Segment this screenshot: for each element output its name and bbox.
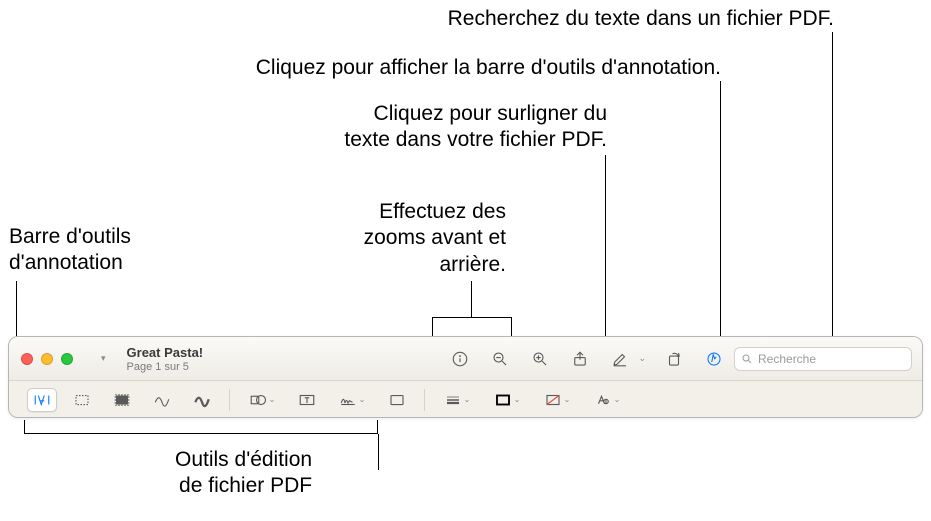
redact-tool[interactable] (107, 388, 137, 412)
lead-zoom-stem (471, 281, 472, 317)
markup-button[interactable] (702, 347, 726, 371)
center-tool-group: ⌄ (448, 347, 726, 371)
lead-zoom-cross (432, 317, 512, 318)
search-placeholder: Recherche (758, 352, 816, 366)
title-block: Great Pasta! Page 1 sur 5 (127, 345, 204, 373)
draw-tool[interactable] (187, 388, 217, 412)
lead-highlight (605, 155, 606, 341)
traffic-lights (21, 353, 73, 365)
share-button[interactable] (568, 347, 592, 371)
bracket-edit-tools (24, 420, 378, 434)
highlight-button[interactable] (608, 347, 632, 371)
callout-zoom: Effectuez des zooms avant et arrière. (364, 199, 506, 278)
sign-tool[interactable]: ⌄ (332, 388, 372, 412)
document-subtitle: Page 1 sur 5 (127, 361, 204, 373)
callout-edit-tools: Outils d'édition de fichier PDF (175, 447, 312, 500)
lead-search (832, 32, 833, 342)
info-button[interactable] (448, 347, 472, 371)
search-icon (741, 353, 753, 365)
document-title: Great Pasta! (127, 345, 204, 360)
callout-annotation-click: Cliquez pour afficher la barre d'outils … (256, 55, 721, 81)
zoom-out-button[interactable] (488, 347, 512, 371)
lead-edit-tools (378, 434, 379, 470)
sketch-tool[interactable] (147, 388, 177, 412)
line-style-tool[interactable]: ⌄ (437, 388, 477, 412)
border-color-tool[interactable]: ⌄ (487, 388, 527, 412)
callout-annotation-bar: Barre d'outils d'annotation (9, 224, 131, 277)
callout-search-pdf: Recherchez du texte dans un fichier PDF. (448, 6, 834, 32)
annotation-toolbar: ⌄ ⌄ ⌄ ⌄ ⌄ ⌄ (9, 381, 922, 418)
fill-color-tool[interactable]: ⌄ (537, 388, 577, 412)
preview-window: ▾ Great Pasta! Page 1 sur 5 ⌄ (8, 336, 923, 418)
lead-annot-click (720, 81, 721, 341)
sidebar-toggle-button[interactable]: ▾ (95, 351, 109, 366)
highlight-menu-chevron[interactable]: ⌄ (638, 353, 646, 364)
minimize-window-button[interactable] (41, 353, 53, 365)
note-tool[interactable] (382, 388, 412, 412)
shapes-tool[interactable]: ⌄ (242, 388, 282, 412)
titlebar: ▾ Great Pasta! Page 1 sur 5 ⌄ (9, 337, 922, 381)
chevron-down-icon: ▾ (101, 353, 106, 364)
search-field[interactable]: Recherche (734, 347, 912, 371)
text-style-tool[interactable]: ⌄ (587, 388, 627, 412)
zoom-in-button[interactable] (528, 347, 552, 371)
rotate-button[interactable] (662, 347, 686, 371)
rect-selection-tool[interactable] (67, 388, 97, 412)
text-box-tool[interactable] (292, 388, 322, 412)
fullscreen-window-button[interactable] (61, 353, 73, 365)
callout-highlight: Cliquez pour surligner du texte dans vot… (344, 101, 607, 154)
close-window-button[interactable] (21, 353, 33, 365)
text-selection-tool[interactable] (27, 388, 57, 412)
